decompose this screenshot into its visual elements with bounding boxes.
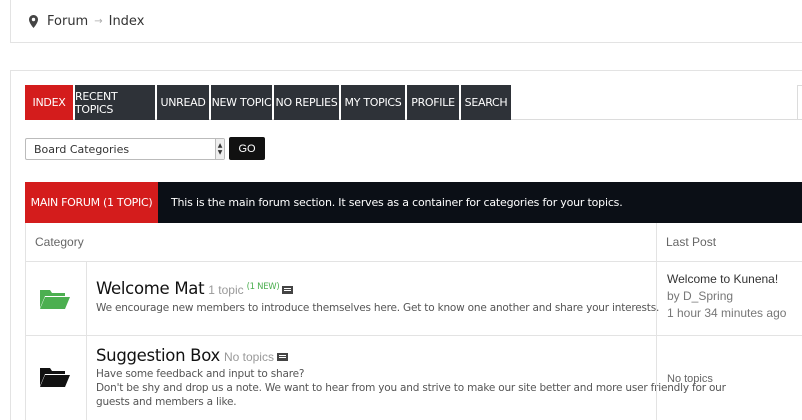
table-row: Suggestion Box No topics Have some feedba… xyxy=(25,336,802,420)
tab-unread[interactable]: UNREAD xyxy=(157,85,209,120)
last-post-author[interactable]: by D_Spring xyxy=(667,288,786,305)
category-column-header: Category xyxy=(35,235,84,249)
category-table: Category Last Post Welcome Mat 1 topic (1 … xyxy=(25,223,802,420)
rss-feed-icon[interactable] xyxy=(276,353,288,361)
tab-recent-topics[interactable]: RECENT TOPICS xyxy=(75,85,155,120)
category-description: We encourage new members to introduce th… xyxy=(96,302,660,314)
tab-search[interactable]: SEARCH xyxy=(461,85,511,120)
section-description: This is the main forum section. It serve… xyxy=(171,196,623,209)
topic-count: No topics xyxy=(223,350,274,364)
section-title[interactable]: MAIN FORUM (1 TOPIC) xyxy=(25,182,158,223)
new-badge: (1 NEW) xyxy=(246,282,280,292)
tab-my-topics[interactable]: MY TOPICS xyxy=(341,85,405,120)
breadcrumb-forum-link[interactable]: Forum xyxy=(47,14,88,29)
board-category-select-value: Board Categories xyxy=(34,142,130,156)
breadcrumb-index-link[interactable]: Index xyxy=(109,14,145,29)
forum-panel: INDEX RECENT TOPICS UNREAD NEW TOPIC NO … xyxy=(10,70,802,420)
category-description: Have some feedback and input to share? D… xyxy=(96,367,726,409)
rss-feed-icon[interactable] xyxy=(282,286,294,294)
go-button[interactable]: GO xyxy=(229,137,265,160)
forum-tabs: INDEX RECENT TOPICS UNREAD NEW TOPIC NO … xyxy=(25,85,513,120)
map-marker-icon xyxy=(29,14,38,28)
tab-new-topic[interactable]: NEW TOPIC xyxy=(211,85,272,120)
table-header-row: Category Last Post xyxy=(25,223,802,262)
category-title-row: Suggestion Box No topics xyxy=(96,346,288,365)
last-post-column-header: Last Post xyxy=(666,235,717,249)
breadcrumb: Forum → Index xyxy=(10,0,802,43)
column-divider xyxy=(656,223,657,261)
search-box-edge xyxy=(797,85,802,120)
topic-count: 1 topic xyxy=(208,283,244,297)
select-arrow-icon: ▲ ▼ xyxy=(215,139,224,159)
column-divider xyxy=(86,336,87,420)
last-post-title[interactable]: Welcome to Kunena! xyxy=(667,271,786,288)
folder-open-icon xyxy=(40,368,70,387)
last-post: Welcome to Kunena! by D_Spring 1 hour 34… xyxy=(667,271,786,322)
tab-profile[interactable]: PROFILE xyxy=(407,85,459,120)
last-post-empty: No topics xyxy=(667,373,713,385)
description-line: Don't be shy and drop us a note. We want… xyxy=(96,382,726,394)
breadcrumb-separator-icon: → xyxy=(94,15,103,27)
column-divider xyxy=(86,262,87,335)
description-line: guests and members a like. xyxy=(96,396,237,408)
description-line: Have some feedback and input to share? xyxy=(96,368,305,380)
table-row: Welcome Mat 1 topic (1 NEW) We encourage n… xyxy=(25,262,802,336)
column-divider xyxy=(656,336,657,420)
last-post-time: 1 hour 34 minutes ago xyxy=(667,306,787,320)
category-title-row: Welcome Mat 1 topic (1 NEW) xyxy=(96,279,294,298)
category-link-welcome-mat[interactable]: Welcome Mat xyxy=(96,279,205,298)
folder-open-icon xyxy=(40,290,70,309)
column-divider xyxy=(656,262,657,335)
tab-no-replies[interactable]: NO REPLIES xyxy=(274,85,339,120)
tab-index[interactable]: INDEX xyxy=(25,85,73,120)
board-category-select[interactable]: Board Categories ▲ ▼ xyxy=(25,138,225,160)
category-link-suggestion-box[interactable]: Suggestion Box xyxy=(96,346,220,365)
section-header: MAIN FORUM (1 TOPIC) This is the main fo… xyxy=(25,182,802,223)
